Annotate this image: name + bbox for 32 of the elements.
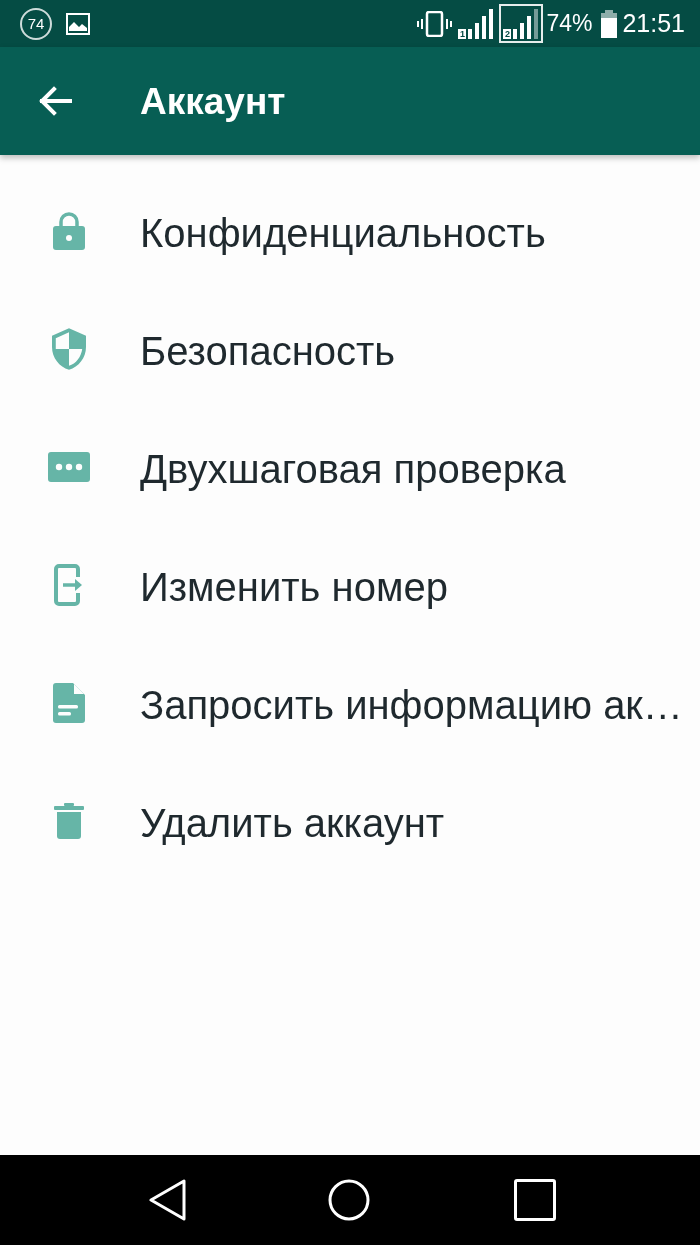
settings-item-label: Удалить аккаунт [140,803,445,843]
document-icon [53,683,85,723]
signal-bars-icon [513,9,540,39]
settings-item-label: Запросить информацию ак… [140,685,683,725]
lock-icon [53,212,85,250]
settings-item-label: Конфиденциальность [140,213,546,253]
image-icon [66,12,90,35]
settings-item-label: Безопасность [140,331,396,371]
settings-item[interactable]: Конфиденциальность [0,174,700,292]
settings-item[interactable]: Удалить аккаунт [0,764,700,882]
back-arrow-icon [38,86,72,116]
settings-item[interactable]: Двухшаговая проверка [0,410,700,528]
back-triangle-icon [149,1179,187,1221]
notification-count-badge: 74 [20,7,52,40]
settings-item-label: Двухшаговая проверка [140,449,566,489]
settings-item-label: Изменить номер [140,567,448,607]
dots-icon [48,452,90,482]
trash-can-icon [54,803,84,839]
clock-time: 21:51 [622,11,685,36]
home-circle-icon [328,1179,370,1221]
settings-item[interactable]: Безопасность [0,292,700,410]
battery-percentage: 74% [546,12,593,35]
sim-number: 2 [503,29,512,39]
settings-item[interactable]: Запросить информацию ак… [0,646,700,764]
settings-item[interactable]: Изменить номер [0,528,700,646]
battery-icon [601,9,618,38]
sim-number: 1 [458,29,467,39]
phone-arrow-icon [54,564,84,606]
shield-icon [52,328,86,370]
recents-square-icon [514,1179,556,1221]
vibrate-icon [417,10,453,37]
screen-title: Аккаунт [140,82,286,120]
